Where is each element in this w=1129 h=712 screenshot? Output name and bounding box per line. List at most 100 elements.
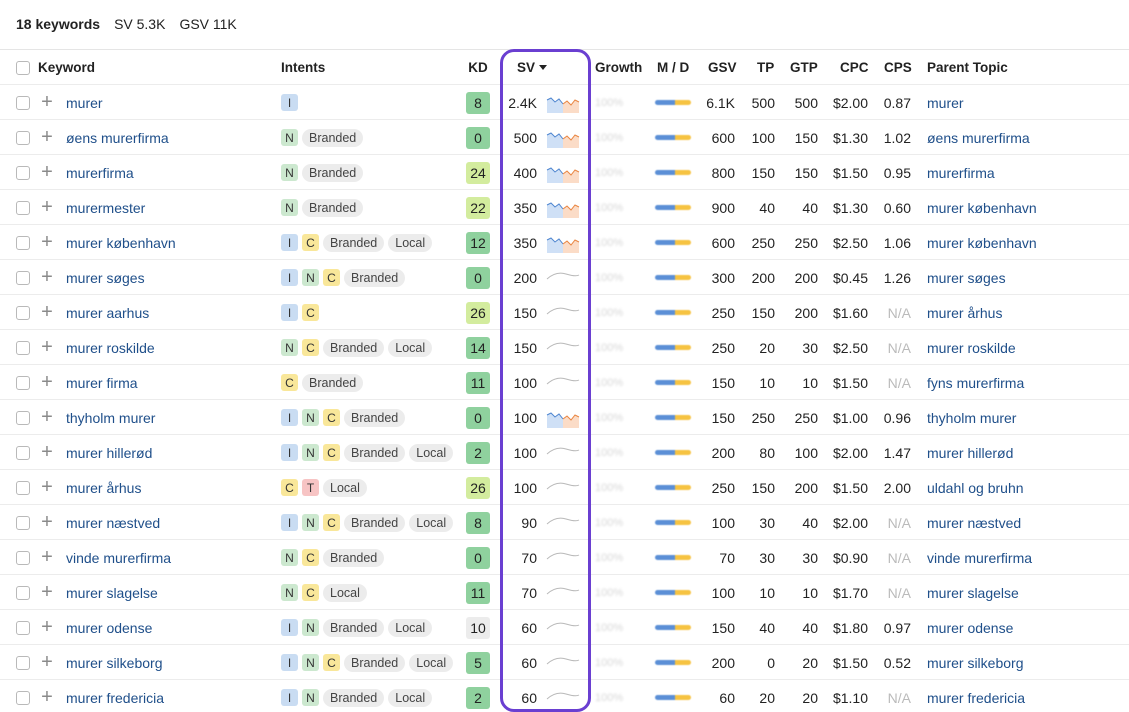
row-checkbox[interactable]: [16, 620, 30, 635]
sv-trend-cell[interactable]: [546, 540, 582, 575]
keyword-link[interactable]: vinde murerfirma: [66, 550, 171, 566]
sv-trend-cell[interactable]: [546, 225, 582, 260]
keyword-link[interactable]: murer hillerød: [66, 445, 152, 461]
column-header-sv[interactable]: SV: [517, 50, 557, 85]
parent-topic-link[interactable]: murer: [927, 95, 964, 111]
parent-topic-link[interactable]: murer odense: [927, 620, 1013, 636]
add-to-list-button[interactable]: +: [38, 155, 56, 190]
row-checkbox[interactable]: [16, 445, 30, 460]
keyword-link[interactable]: murer aarhus: [66, 305, 149, 321]
row-checkbox[interactable]: [16, 515, 30, 530]
keyword-link[interactable]: murer: [66, 95, 103, 111]
sv-trend-cell[interactable]: [546, 505, 582, 540]
sv-trend-cell[interactable]: [546, 260, 582, 295]
row-checkbox[interactable]: [16, 235, 30, 250]
sv-trend-cell[interactable]: [546, 610, 582, 645]
parent-topic-link[interactable]: murer slagelse: [927, 585, 1019, 601]
sv-trend-cell[interactable]: [546, 470, 582, 505]
add-to-list-button[interactable]: +: [38, 400, 56, 435]
add-to-list-button[interactable]: +: [38, 190, 56, 225]
column-header-md[interactable]: M / D: [657, 50, 697, 85]
column-header-cps[interactable]: CPS: [884, 50, 920, 85]
keyword-link[interactable]: murer næstved: [66, 515, 160, 531]
keyword-link[interactable]: murer odense: [66, 620, 152, 636]
add-to-list-button[interactable]: +: [38, 85, 56, 120]
column-header-growth[interactable]: Growth: [595, 50, 647, 85]
sv-trend-cell[interactable]: [546, 295, 582, 330]
sv-trend-cell[interactable]: [546, 680, 582, 712]
keyword-link[interactable]: murer københavn: [66, 235, 176, 251]
add-to-list-button[interactable]: +: [38, 680, 56, 712]
row-checkbox[interactable]: [16, 305, 30, 320]
add-to-list-button[interactable]: +: [38, 365, 56, 400]
parent-topic-link[interactable]: øens murerfirma: [927, 130, 1030, 146]
column-header-tp[interactable]: TP: [757, 50, 792, 85]
parent-topic-link[interactable]: thyholm murer: [927, 410, 1016, 426]
row-checkbox[interactable]: [16, 655, 30, 670]
column-header-cpc[interactable]: CPC: [840, 50, 880, 85]
row-checkbox[interactable]: [16, 270, 30, 285]
add-to-list-button[interactable]: +: [38, 505, 56, 540]
add-to-list-button[interactable]: +: [38, 330, 56, 365]
add-to-list-button[interactable]: +: [38, 120, 56, 155]
keyword-link[interactable]: murer slagelse: [66, 585, 158, 601]
parent-topic-link[interactable]: uldahl og bruhn: [927, 480, 1024, 496]
row-checkbox[interactable]: [16, 410, 30, 425]
row-checkbox[interactable]: [16, 690, 30, 705]
keyword-link[interactable]: murer fredericia: [66, 690, 164, 706]
keyword-link[interactable]: murer roskilde: [66, 340, 155, 356]
parent-topic-link[interactable]: murer københavn: [927, 200, 1037, 216]
row-checkbox[interactable]: [16, 340, 30, 355]
sv-trend-cell[interactable]: [546, 365, 582, 400]
add-to-list-button[interactable]: +: [38, 540, 56, 575]
parent-topic-link[interactable]: murer hillerød: [927, 445, 1013, 461]
sv-trend-cell[interactable]: [546, 330, 582, 365]
sv-trend-cell[interactable]: [546, 155, 582, 190]
parent-topic-link[interactable]: murer silkeborg: [927, 655, 1023, 671]
parent-topic-link[interactable]: murer københavn: [927, 235, 1037, 251]
sv-trend-cell[interactable]: [546, 120, 582, 155]
parent-topic-link[interactable]: murer næstved: [927, 515, 1021, 531]
sv-trend-cell[interactable]: [546, 190, 582, 225]
row-checkbox[interactable]: [16, 130, 30, 145]
add-to-list-button[interactable]: +: [38, 470, 56, 505]
parent-topic-link[interactable]: murer roskilde: [927, 340, 1016, 356]
sv-trend-cell[interactable]: [546, 85, 582, 120]
keyword-link[interactable]: murerfirma: [66, 165, 134, 181]
keyword-link[interactable]: murer silkeborg: [66, 655, 162, 671]
column-header-parent-topic[interactable]: Parent Topic: [927, 50, 1127, 85]
row-checkbox[interactable]: [16, 480, 30, 495]
keyword-link[interactable]: øens murerfirma: [66, 130, 169, 146]
parent-topic-link[interactable]: vinde murerfirma: [927, 550, 1032, 566]
add-to-list-button[interactable]: +: [38, 260, 56, 295]
sv-trend-cell[interactable]: [546, 435, 582, 470]
keyword-link[interactable]: murer firma: [66, 375, 138, 391]
parent-topic-link[interactable]: murer århus: [927, 305, 1002, 321]
row-checkbox[interactable]: [16, 375, 30, 390]
column-header-intents[interactable]: Intents: [281, 50, 461, 85]
parent-topic-link[interactable]: murerfirma: [927, 165, 995, 181]
sv-trend-cell[interactable]: [546, 645, 582, 680]
add-to-list-button[interactable]: +: [38, 295, 56, 330]
parent-topic-link[interactable]: murer søges: [927, 270, 1006, 286]
select-all-checkbox[interactable]: [16, 60, 30, 75]
row-checkbox[interactable]: [16, 95, 30, 110]
keyword-link[interactable]: murer århus: [66, 480, 141, 496]
column-header-gsv[interactable]: GSV: [708, 50, 748, 85]
row-checkbox[interactable]: [16, 550, 30, 565]
keyword-link[interactable]: murer søges: [66, 270, 145, 286]
add-to-list-button[interactable]: +: [38, 645, 56, 680]
row-checkbox[interactable]: [16, 200, 30, 215]
keyword-link[interactable]: murermester: [66, 200, 145, 216]
sv-trend-cell[interactable]: [546, 400, 582, 435]
parent-topic-link[interactable]: murer fredericia: [927, 690, 1025, 706]
column-header-gtp[interactable]: GTP: [790, 50, 823, 85]
parent-topic-link[interactable]: fyns murerfirma: [927, 375, 1024, 391]
row-checkbox[interactable]: [16, 165, 30, 180]
column-header-keyword[interactable]: Keyword: [38, 50, 238, 85]
sv-trend-cell[interactable]: [546, 575, 582, 610]
column-header-kd[interactable]: KD: [466, 50, 490, 85]
row-checkbox[interactable]: [16, 585, 30, 600]
add-to-list-button[interactable]: +: [38, 575, 56, 610]
add-to-list-button[interactable]: +: [38, 225, 56, 260]
